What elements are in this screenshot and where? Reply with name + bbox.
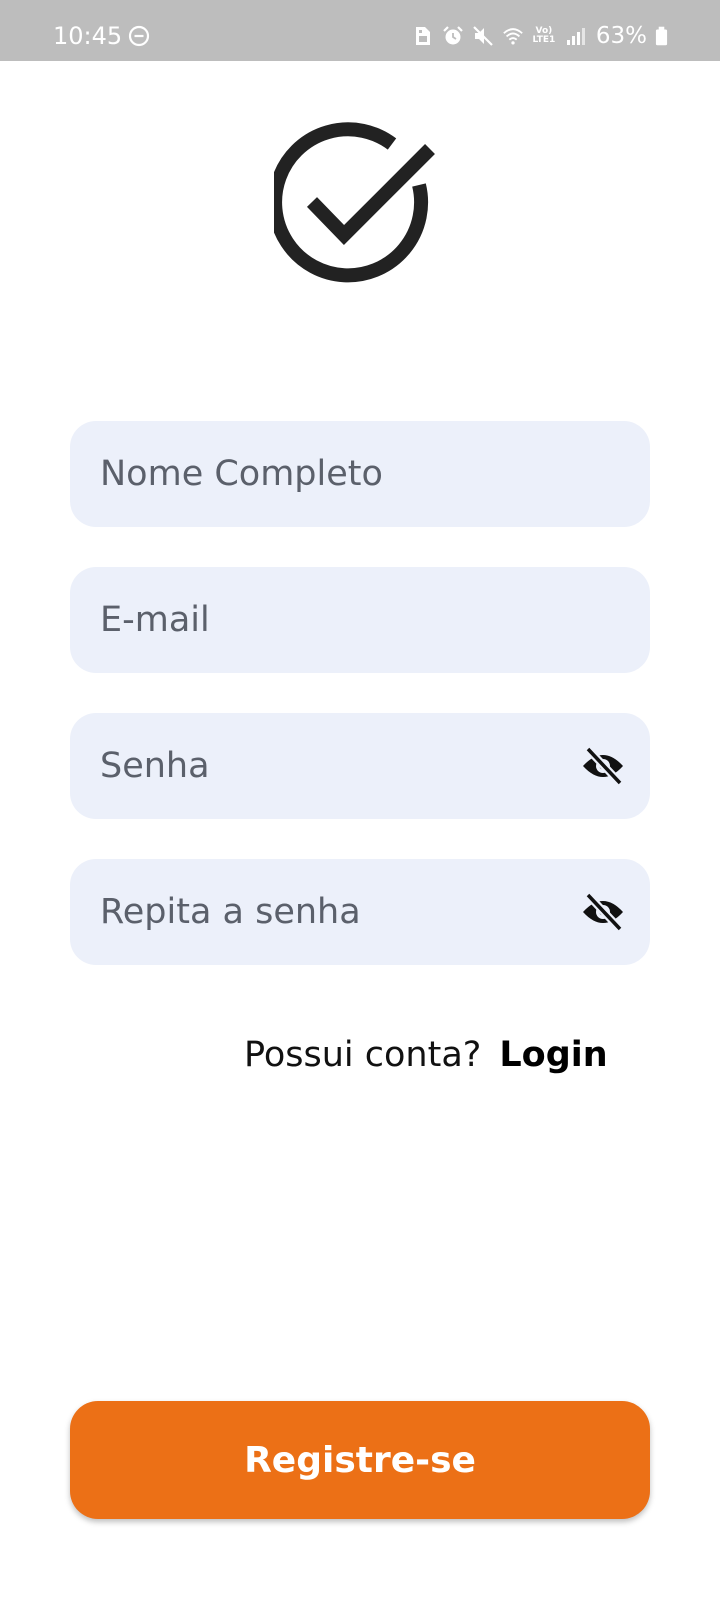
do-not-disturb-icon bbox=[128, 25, 150, 47]
register-button[interactable]: Registre-se bbox=[70, 1401, 650, 1519]
password-field bbox=[70, 713, 650, 819]
signal-icon bbox=[566, 28, 585, 45]
battery-percent: 63% bbox=[595, 23, 647, 49]
eye-off-icon[interactable] bbox=[580, 745, 626, 787]
lte-icon: Vo) LTE1 bbox=[532, 26, 556, 45]
battery-icon bbox=[655, 26, 668, 46]
wifi-icon bbox=[503, 28, 523, 45]
check-circle-icon bbox=[274, 122, 435, 283]
status-time: 10:45 bbox=[53, 22, 123, 50]
password-input[interactable] bbox=[100, 713, 540, 819]
email-field bbox=[70, 567, 650, 673]
login-prompt-text: Possui conta? bbox=[244, 1035, 482, 1075]
login-prompt: Possui conta? Login bbox=[244, 1030, 608, 1080]
eye-off-icon[interactable] bbox=[580, 891, 626, 933]
email-input[interactable] bbox=[100, 567, 540, 673]
full-name-input[interactable] bbox=[100, 421, 540, 527]
status-bar: 10:45 Vo) LTE1 63% bbox=[0, 0, 720, 61]
login-link[interactable]: Login bbox=[499, 1035, 607, 1075]
alarm-icon bbox=[443, 26, 463, 45]
mute-icon bbox=[473, 26, 493, 46]
repeat-password-input[interactable] bbox=[100, 859, 540, 965]
sim-card-icon bbox=[415, 27, 430, 45]
status-icons: Vo) LTE1 63% bbox=[412, 20, 668, 52]
repeat-password-field bbox=[70, 859, 650, 965]
full-name-field bbox=[70, 421, 650, 527]
